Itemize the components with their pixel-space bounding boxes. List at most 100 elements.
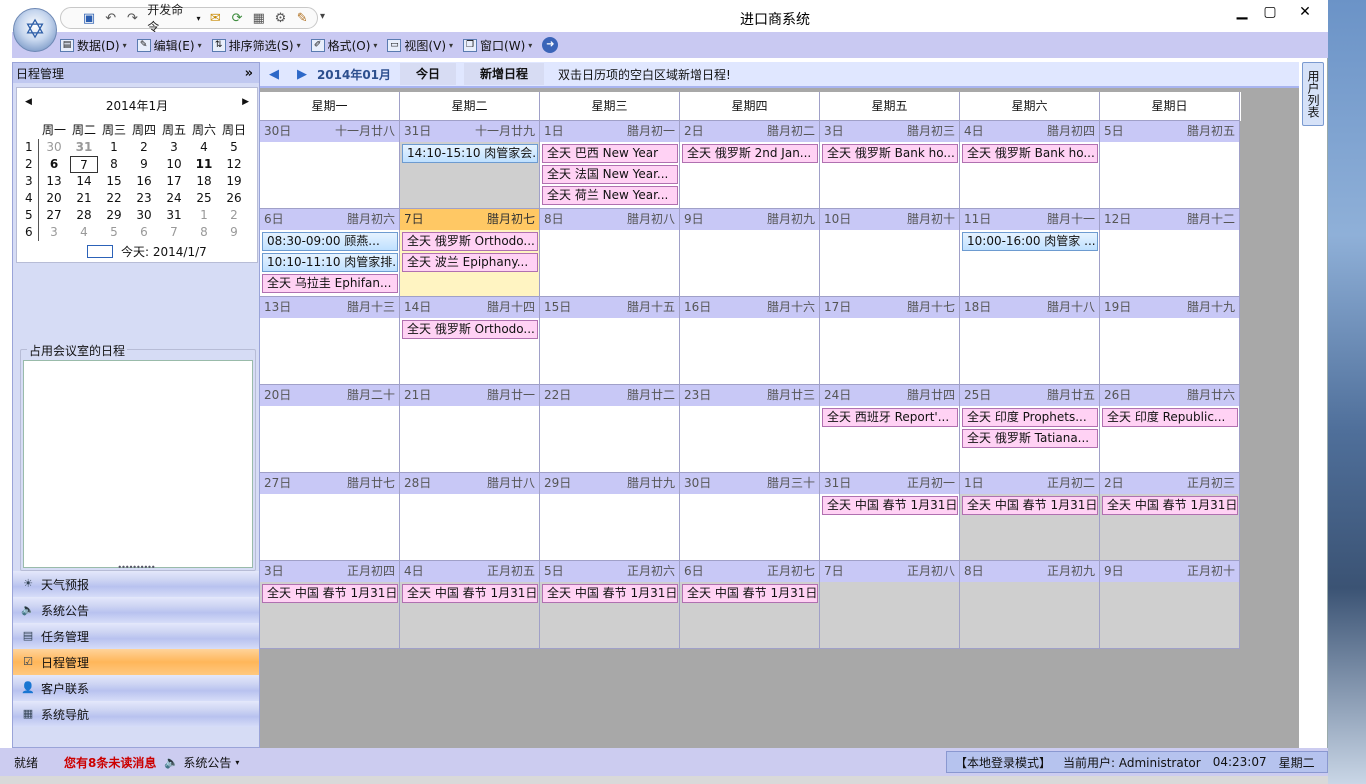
calendar-day[interactable]: 6: [39, 156, 69, 173]
calendar-day[interactable]: 24: [159, 190, 189, 207]
day-cell[interactable]: 31日 正月初一 全天 中国 春节 1月31日...: [820, 473, 960, 561]
nav-item-speaker[interactable]: 🔈 系统公告: [13, 597, 259, 623]
day-cell[interactable]: 7日 腊月初七 全天 俄罗斯 Orthodo... 全天 波兰 Epiphany...: [400, 209, 540, 297]
calendar-day[interactable]: 1: [99, 139, 129, 156]
day-cell[interactable]: 7日 正月初八: [820, 561, 960, 649]
calendar-day[interactable]: 26: [219, 190, 249, 207]
menu-view[interactable]: ▭ 视图(V) ▾: [387, 37, 453, 54]
day-cell[interactable]: 30日 十一月廿八: [260, 121, 400, 209]
prev-month-arrow-icon[interactable]: ◀: [260, 67, 288, 82]
day-cell[interactable]: 14日 腊月十四 全天 俄罗斯 Orthodo...: [400, 297, 540, 385]
schedule-event[interactable]: 14:10-15:10 肉管家会...: [402, 144, 538, 163]
next-month-icon[interactable]: ▶: [242, 97, 249, 107]
menu-window[interactable]: ❐ 窗口(W) ▾: [463, 37, 532, 54]
day-cell[interactable]: 2日 腊月初二 全天 俄罗斯 2nd Jan...: [680, 121, 820, 209]
nav-item-contact[interactable]: 👤 客户联系: [13, 675, 259, 701]
schedule-event[interactable]: 全天 中国 春节 1月31日...: [822, 496, 958, 515]
nav-item-navigation[interactable]: ▦ 系统导航: [13, 701, 259, 727]
day-cell[interactable]: 5日 正月初六 全天 中国 春节 1月31日...: [540, 561, 680, 649]
calendar-day[interactable]: 4: [69, 224, 99, 241]
schedule-event[interactable]: 全天 俄罗斯 Bank ho...: [962, 144, 1098, 163]
day-cell[interactable]: 1日 正月初二 全天 中国 春节 1月31日...: [960, 473, 1100, 561]
calendar-day[interactable]: 30: [39, 139, 69, 156]
schedule-event[interactable]: 10:10-11:10 肉管家排...: [262, 253, 398, 272]
calendar-day[interactable]: 17: [159, 173, 189, 190]
calendar-day[interactable]: 5: [219, 139, 249, 156]
day-cell[interactable]: 21日 腊月廿一: [400, 385, 540, 473]
calendar-day[interactable]: 9: [129, 156, 159, 173]
calendar-day[interactable]: 27: [39, 207, 69, 224]
day-cell[interactable]: 13日 腊月十三: [260, 297, 400, 385]
calendar-day[interactable]: 3: [159, 139, 189, 156]
schedule-event[interactable]: 全天 印度 Republic...: [1102, 408, 1238, 427]
user-list-tab[interactable]: 用户列表: [1302, 62, 1324, 126]
day-cell[interactable]: 26日 腊月廿六 全天 印度 Republic...: [1100, 385, 1240, 473]
calendar-day[interactable]: 31: [69, 139, 99, 156]
day-cell[interactable]: 2日 正月初三 全天 中国 春节 1月31日...: [1100, 473, 1240, 561]
calendar-day[interactable]: 13: [39, 173, 69, 190]
calendar-day[interactable]: 2: [129, 139, 159, 156]
calendar-day[interactable]: 3: [39, 224, 69, 241]
calendar-day[interactable]: 14: [69, 173, 99, 190]
schedule-event[interactable]: 全天 法国 New Year...: [542, 165, 678, 184]
schedule-event[interactable]: 全天 巴西 New Year: [542, 144, 678, 163]
schedule-event[interactable]: 10:00-16:00 肉管家 ...: [962, 232, 1098, 251]
calendar-day[interactable]: 6: [129, 224, 159, 241]
schedule-event[interactable]: 全天 中国 春节 1月31日...: [962, 496, 1098, 515]
day-cell[interactable]: 11日 腊月十一 10:00-16:00 肉管家 ...: [960, 209, 1100, 297]
day-cell[interactable]: 8日 正月初九: [960, 561, 1100, 649]
day-cell[interactable]: 4日 腊月初四 全天 俄罗斯 Bank ho...: [960, 121, 1100, 209]
schedule-event[interactable]: 全天 俄罗斯 Bank ho...: [822, 144, 958, 163]
day-cell[interactable]: 15日 腊月十五: [540, 297, 680, 385]
day-cell[interactable]: 22日 腊月廿二: [540, 385, 680, 473]
day-cell[interactable]: 10日 腊月初十: [820, 209, 960, 297]
day-cell[interactable]: 1日 腊月初一 全天 巴西 New Year 全天 法国 New Year... 全天 …: [540, 121, 680, 209]
schedule-event[interactable]: 全天 中国 春节 1月31日...: [402, 584, 538, 603]
maximize-icon[interactable]: ▢: [1256, 4, 1284, 22]
calendar-day[interactable]: 12: [219, 156, 249, 173]
calendar-day[interactable]: 30: [129, 207, 159, 224]
day-cell[interactable]: 30日 腊月三十: [680, 473, 820, 561]
day-cell[interactable]: 24日 腊月廿四 全天 西班牙 Report'...: [820, 385, 960, 473]
day-cell[interactable]: 12日 腊月十二: [1100, 209, 1240, 297]
day-cell[interactable]: 20日 腊月二十: [260, 385, 400, 473]
calendar-today[interactable]: 今天: 2014/1/7: [87, 243, 207, 260]
calendar-day[interactable]: 18: [189, 173, 219, 190]
calendar-day[interactable]: 1: [189, 207, 219, 224]
calendar-day[interactable]: 25: [189, 190, 219, 207]
day-cell[interactable]: 9日 腊月初九: [680, 209, 820, 297]
day-cell[interactable]: 17日 腊月十七: [820, 297, 960, 385]
calendar-day[interactable]: 7: [70, 156, 98, 173]
schedule-event[interactable]: 全天 西班牙 Report'...: [822, 408, 958, 427]
day-cell[interactable]: 6日 正月初七 全天 中国 春节 1月31日...: [680, 561, 820, 649]
day-cell[interactable]: 6日 腊月初六 08:30-09:00 顾燕... 10:10-11:10 肉管家排.…: [260, 209, 400, 297]
meeting-room-list[interactable]: [23, 360, 253, 568]
schedule-event[interactable]: 08:30-09:00 顾燕...: [262, 232, 398, 251]
calendar-day[interactable]: 29: [99, 207, 129, 224]
schedule-event[interactable]: 全天 中国 春节 1月31日...: [682, 584, 818, 603]
day-cell[interactable]: 5日 腊月初五: [1100, 121, 1240, 209]
calendar-day[interactable]: 10: [159, 156, 189, 173]
calendar-day[interactable]: 28: [69, 207, 99, 224]
day-cell[interactable]: 25日 腊月廿五 全天 印度 Prophets... 全天 俄罗斯 Tatiana..…: [960, 385, 1100, 473]
unread-messages-link[interactable]: 您有8条未读消息: [64, 754, 156, 771]
day-cell[interactable]: 3日 正月初四 全天 中国 春节 1月31日...: [260, 561, 400, 649]
nav-item-schedule[interactable]: ☑ 日程管理: [13, 649, 259, 675]
day-cell[interactable]: 27日 腊月廿七: [260, 473, 400, 561]
day-cell[interactable]: 29日 腊月廿九: [540, 473, 680, 561]
today-button[interactable]: 今日: [400, 63, 457, 85]
panel-splitter[interactable]: ••••••••••: [13, 563, 259, 572]
day-cell[interactable]: 16日 腊月十六: [680, 297, 820, 385]
calendar-day[interactable]: 15: [99, 173, 129, 190]
calendar-day[interactable]: 23: [129, 190, 159, 207]
day-cell[interactable]: 3日 腊月初三 全天 俄罗斯 Bank ho...: [820, 121, 960, 209]
minimize-icon[interactable]: ▁: [1228, 4, 1256, 22]
nav-item-task[interactable]: ▤ 任务管理: [13, 623, 259, 649]
schedule-event[interactable]: 全天 乌拉圭 Ephifan...: [262, 274, 398, 293]
day-cell[interactable]: 19日 腊月十九: [1100, 297, 1240, 385]
day-cell[interactable]: 18日 腊月十八: [960, 297, 1100, 385]
nav-item-weather[interactable]: ☀ 天气预报: [13, 571, 259, 597]
schedule-event[interactable]: 全天 荷兰 New Year...: [542, 186, 678, 205]
schedule-event[interactable]: 全天 俄罗斯 Tatiana...: [962, 429, 1098, 448]
notice-dropdown[interactable]: 🔈 系统公告 ▾: [164, 754, 239, 771]
